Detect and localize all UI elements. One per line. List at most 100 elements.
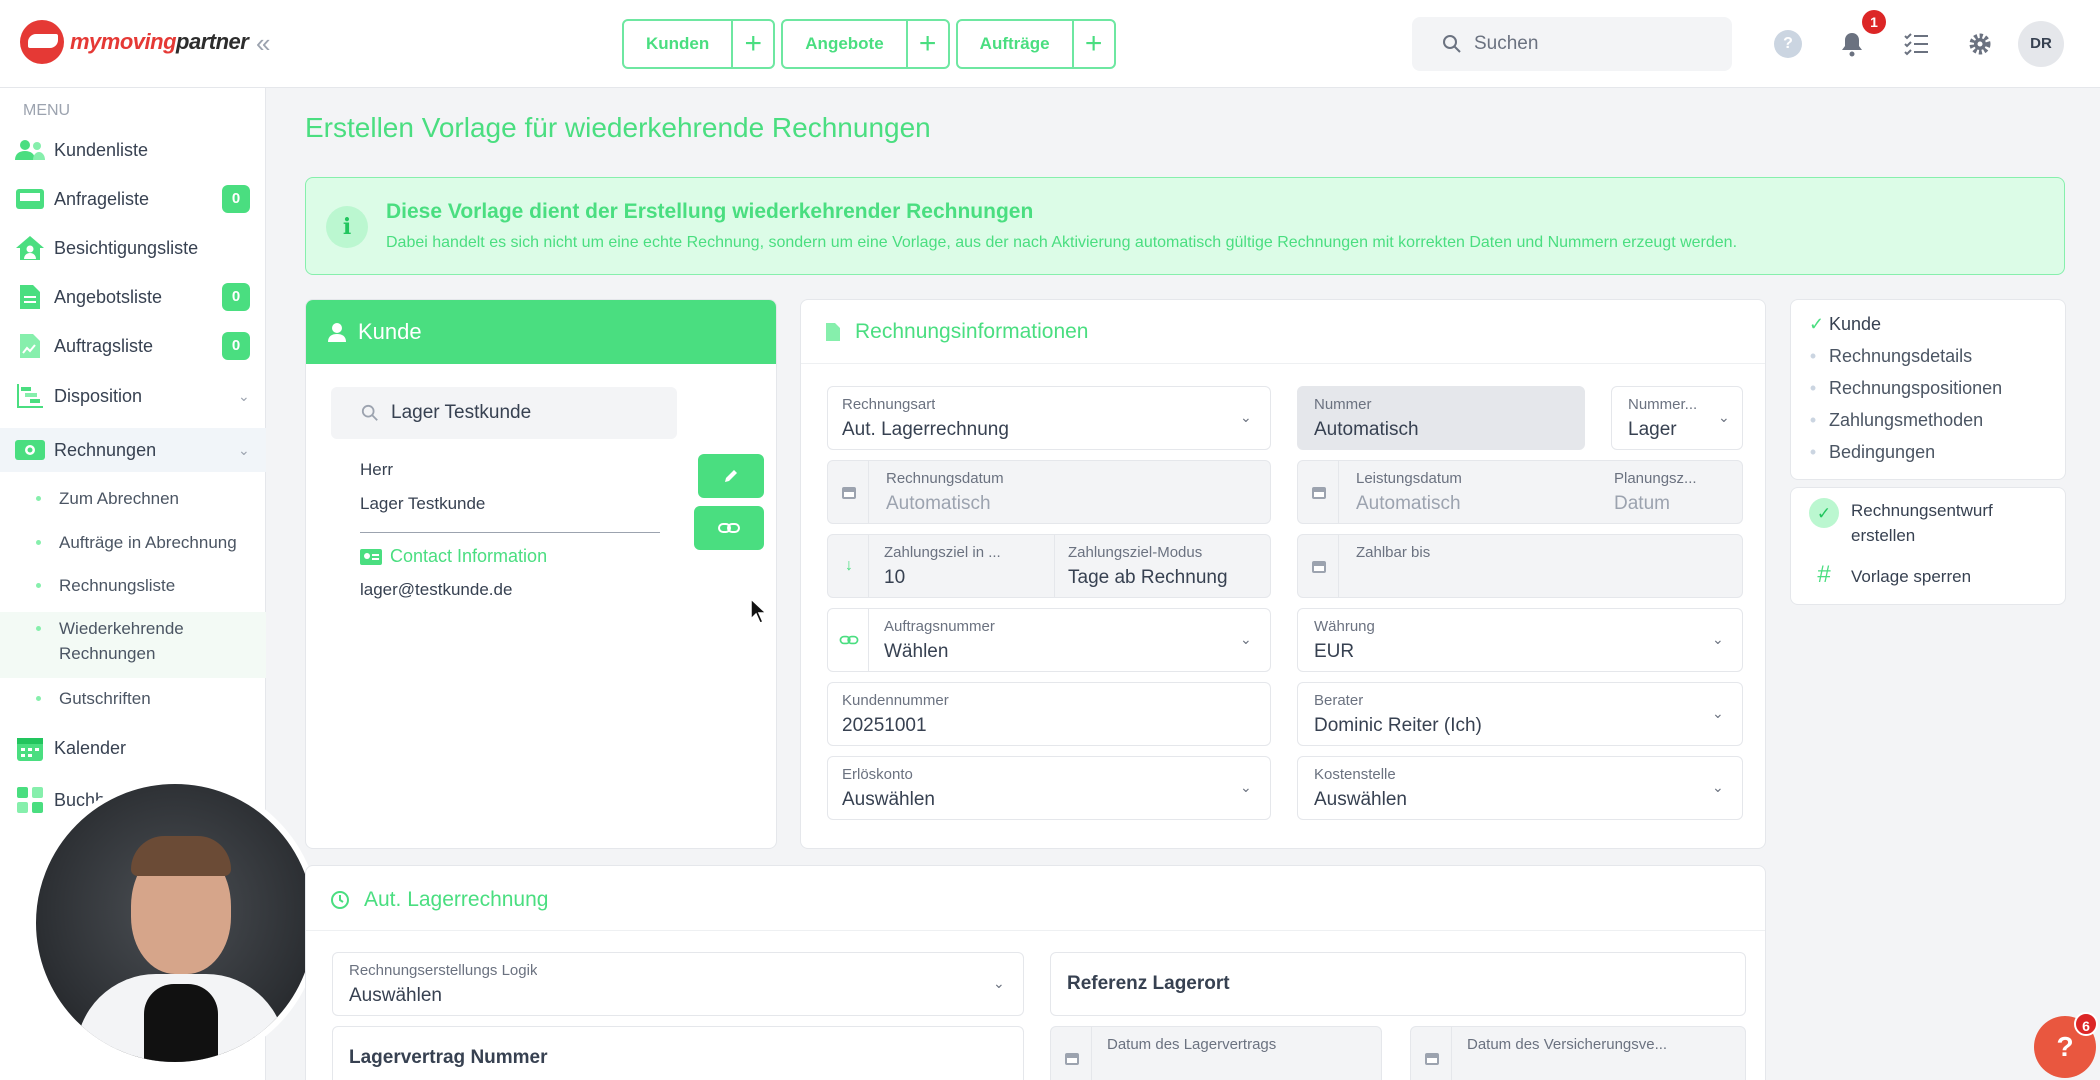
add-angebot-icon[interactable]: +: [908, 21, 948, 67]
field-label: Lagervertrag Nummer: [349, 1047, 548, 1068]
count-badge: 0: [222, 283, 250, 311]
home-user-icon: [14, 233, 46, 263]
bullet-dot: [36, 696, 41, 701]
rechnungsdatum-field[interactable]: Rechnungsdatum Automatisch: [827, 460, 1271, 524]
kostenstelle-select[interactable]: Kostenstelle Auswählen ⌄: [1297, 756, 1743, 820]
user-avatar[interactable]: DR: [2018, 21, 2064, 67]
kunde-heading: Kunde: [358, 319, 422, 344]
quick-group-kunden: Kunden +: [622, 19, 776, 69]
step-zahlungsmethoden[interactable]: • Zahlungsmethoden: [1809, 410, 1983, 431]
kunde-name: Lager Testkunde: [360, 494, 486, 513]
microphone-icon: [144, 984, 218, 1062]
erloeskonto-select[interactable]: Erlöskonto Auswählen ⌄: [827, 756, 1271, 820]
field-value: Auswählen: [842, 789, 935, 810]
sidebar-item-disposition[interactable]: Disposition ⌄: [0, 374, 266, 418]
sidebar-sub-auftraege-in-abrechnung[interactable]: Aufträge in Abrechnung: [0, 530, 266, 555]
datum-versicherungsvertrag-field[interactable]: Datum des Versicherungsve...: [1410, 1026, 1746, 1080]
angebote-button[interactable]: Angebote: [783, 21, 908, 67]
lock-template-button[interactable]: # Vorlage sperren: [1809, 563, 1972, 589]
link-icon: [718, 523, 740, 533]
field-label: Währung: [1314, 618, 1375, 635]
sidebar-item-label: Besichtigungsliste: [54, 237, 199, 258]
divider: [360, 532, 660, 533]
sidebar-sub-label: Rechnungsliste: [59, 576, 176, 595]
sidebar-item-anfrageliste[interactable]: Anfrageliste 0: [0, 177, 266, 221]
sidebar-item-besichtigungsliste[interactable]: Besichtigungsliste: [0, 226, 266, 270]
webcam-overlay: [30, 778, 320, 1068]
bell-icon[interactable]: [1838, 30, 1866, 58]
chevron-down-icon: ⌄: [1240, 409, 1252, 425]
field-label: Erlöskonto: [842, 766, 913, 783]
kunde-search: [331, 387, 677, 439]
help-badge: 6: [2074, 1012, 2098, 1036]
datum-lagervertrag-field[interactable]: Datum des Lagervertrags: [1050, 1026, 1382, 1080]
waehrung-select[interactable]: Währung EUR ⌄: [1297, 608, 1743, 672]
pencil-icon: [725, 470, 737, 482]
gear-icon[interactable]: [1966, 30, 1994, 58]
calendar-icon: [1308, 481, 1330, 503]
auftraege-button[interactable]: Aufträge: [958, 21, 1074, 67]
rechnungserstellungs-logik-select[interactable]: Rechnungserstellungs Logik Auswählen ⌄: [332, 952, 1024, 1016]
brand-logo[interactable]: mymovingpartner: [20, 20, 249, 64]
kunden-button[interactable]: Kunden: [624, 21, 734, 67]
field-value: Auswählen: [1314, 789, 1407, 810]
kundennummer-field[interactable]: Kundennummer 20251001: [827, 682, 1271, 746]
chevron-down-icon: ⌄: [1240, 631, 1252, 647]
step-bedingungen[interactable]: • Bedingungen: [1809, 442, 1935, 463]
lagervertrag-nummer-field[interactable]: Lagervertrag Nummer: [332, 1026, 1024, 1080]
zahlungsziel-field[interactable]: ↓ Zahlungsziel in ... 10 Zahlungsziel-Mo…: [827, 534, 1271, 598]
sidebar-sub-wiederkehrende-rechnungen[interactable]: Wiederkehrende Rechnungen: [0, 612, 266, 678]
step-label: Kunde: [1829, 314, 1882, 334]
sidebar-sub-gutschriften[interactable]: Gutschriften: [0, 686, 266, 711]
info-text: Dabei handelt es sich nicht um eine echt…: [386, 234, 1738, 251]
lagerrechnung-card: Aut. Lagerrechnung Rechnungserstellungs …: [305, 865, 1766, 1080]
brand-name-part2: partner: [176, 29, 249, 54]
kunde-email[interactable]: lager@testkunde.de: [360, 580, 512, 600]
search-input[interactable]: [1474, 33, 1704, 55]
sidebar-sub-rechnungsliste[interactable]: Rechnungsliste: [0, 573, 266, 598]
sidebar-item-kalender[interactable]: Kalender: [0, 726, 266, 770]
add-auftrag-icon[interactable]: +: [1074, 21, 1114, 67]
leistungsdatum-field[interactable]: Leistungsdatum Automatisch Planungsz... …: [1297, 460, 1743, 524]
check-icon: ✓: [1809, 314, 1825, 334]
field-label: Auftragsnummer: [884, 618, 995, 635]
step-rechnungspositionen[interactable]: • Rechnungspositionen: [1809, 378, 2002, 399]
sidebar-item-kundenliste[interactable]: Kundenliste: [0, 128, 266, 172]
field-label: Rechnungserstellungs Logik: [349, 962, 538, 979]
calculator-icon: [14, 785, 46, 815]
auftragsnummer-select[interactable]: Auftragsnummer Wählen ⌄: [827, 608, 1271, 672]
nummernkreis-select[interactable]: Nummer... Lager ⌄: [1611, 386, 1743, 450]
collapse-sidebar-icon[interactable]: «: [256, 28, 270, 59]
step-kunde[interactable]: ✓ Kunde: [1809, 314, 1881, 335]
field-value: EUR: [1314, 641, 1355, 662]
rechnungsart-select[interactable]: Rechnungsart Aut. Lagerrechnung ⌄: [827, 386, 1271, 450]
nummer-field: Nummer Automatisch: [1297, 386, 1585, 450]
sidebar-item-angebotsliste[interactable]: Angebotsliste 0: [0, 275, 266, 319]
step-label: Zahlungsmethoden: [1829, 410, 1984, 430]
clock-icon: [331, 891, 349, 909]
users-icon: [14, 135, 46, 165]
sidebar-sub-zum-abrechnen[interactable]: Zum Abrechnen: [0, 486, 266, 511]
create-draft-button[interactable]: ✓ Rechnungsentwurf erstellen: [1809, 498, 2049, 548]
referenz-lagerort-field[interactable]: Referenz Lagerort: [1050, 952, 1746, 1016]
bullet-dot: •: [1809, 346, 1817, 366]
sidebar-item-auftragsliste[interactable]: Auftragsliste 0: [0, 324, 266, 368]
kunde-search-input[interactable]: [391, 402, 671, 424]
zahlbar-bis-field[interactable]: Zahlbar bis: [1297, 534, 1743, 598]
step-rechnungsdetails[interactable]: • Rechnungsdetails: [1809, 346, 1972, 367]
rechnungsinformationen-card: Rechnungsinformationen Rechnungsart Aut.…: [800, 299, 1766, 849]
sidebar-item-rechnungen[interactable]: Rechnungen ⌄: [0, 428, 266, 472]
sidebar-item-label: Auftragsliste: [54, 335, 154, 356]
sidebar-sub-label: Gutschriften: [59, 689, 151, 708]
contact-info-label: Contact Information: [390, 546, 548, 566]
link-kunde-button[interactable]: [694, 506, 764, 550]
tasks-icon[interactable]: [1902, 30, 1930, 58]
edit-kunde-button[interactable]: [698, 454, 764, 498]
field-label: Berater: [1314, 692, 1364, 709]
add-kunde-icon[interactable]: +: [733, 21, 773, 67]
chevron-down-icon: ⌄: [1240, 779, 1252, 795]
help-icon[interactable]: ?: [1774, 30, 1802, 58]
berater-select[interactable]: Berater Dominic Reiter (Ich) ⌄: [1297, 682, 1743, 746]
lock-template-label: Vorlage sperren: [1851, 567, 1972, 586]
field-label: Zahlungsziel-Modus: [1068, 544, 1203, 561]
